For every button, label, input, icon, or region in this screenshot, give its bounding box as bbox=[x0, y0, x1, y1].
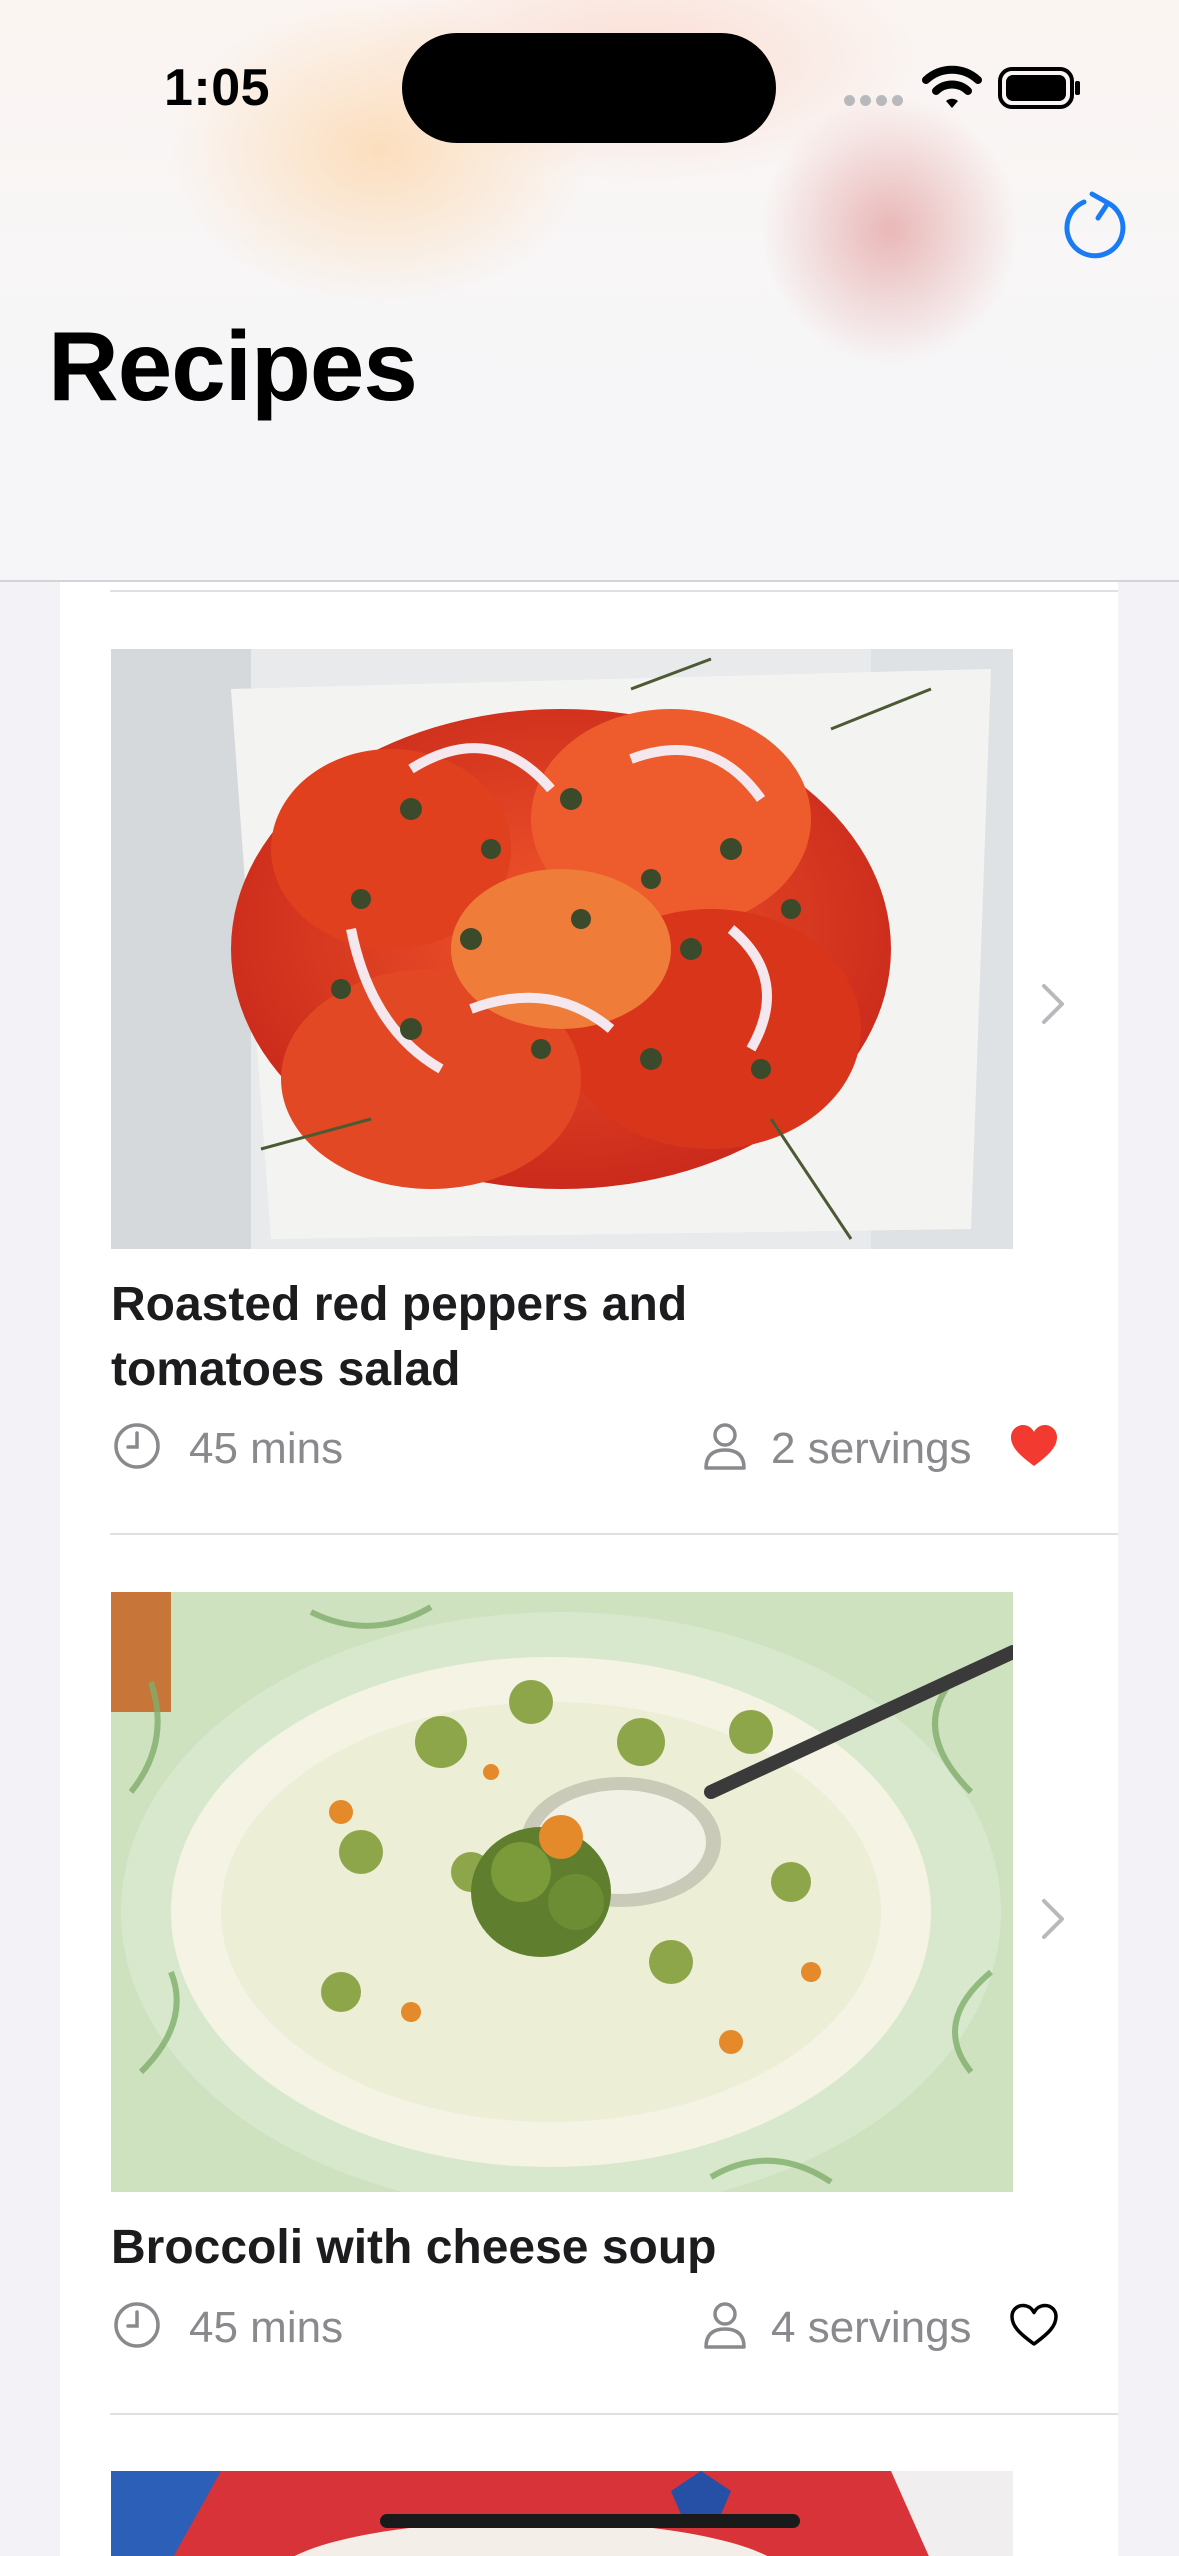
person-icon bbox=[704, 1423, 746, 1470]
chevron-right-icon bbox=[1042, 984, 1064, 1024]
favorite-heart-outline-icon[interactable] bbox=[1009, 2303, 1059, 2347]
recipe-list: Roasted red peppers and tomatoes salad 4… bbox=[60, 580, 1118, 2556]
recipe-row[interactable] bbox=[60, 2415, 1118, 2556]
wifi-icon bbox=[922, 65, 982, 108]
recipe-meta: 45 mins 2 servings bbox=[111, 1418, 1071, 1478]
recipe-photo-peppers bbox=[111, 649, 1013, 1249]
cellular-signal-icon bbox=[844, 95, 903, 106]
home-indicator bbox=[380, 2514, 800, 2528]
recipe-meta: 45 mins 4 servings bbox=[111, 2297, 1071, 2357]
clock-icon bbox=[114, 2302, 160, 2348]
recipe-row[interactable]: Broccoli with cheese soup 45 mins 4 serv… bbox=[60, 1535, 1118, 2415]
navigation-header: 1:05 Recipes bbox=[0, 0, 1179, 582]
recipe-time: 45 mins bbox=[189, 2303, 344, 2352]
page-title: Recipes bbox=[48, 311, 418, 421]
clock-icon bbox=[114, 1423, 160, 1469]
recipe-title: Roasted red peppers and tomatoes salad bbox=[111, 1278, 688, 1396]
status-time: 1:05 bbox=[164, 59, 271, 117]
refresh-button[interactable] bbox=[1058, 186, 1138, 266]
favorite-heart-icon[interactable] bbox=[1009, 1424, 1059, 1468]
recipe-time: 45 mins bbox=[189, 1424, 344, 1473]
recipe-servings: 2 servings bbox=[771, 1424, 972, 1473]
dynamic-island bbox=[402, 33, 776, 143]
recipe-title: Broccoli with cheese soup bbox=[111, 2221, 717, 2274]
person-icon bbox=[704, 2302, 746, 2349]
recipe-row[interactable]: Roasted red peppers and tomatoes salad 4… bbox=[60, 580, 1118, 1535]
recipe-photo-soup bbox=[111, 1592, 1013, 2192]
recipe-servings: 4 servings bbox=[771, 2303, 972, 2352]
chevron-right-icon bbox=[1042, 1899, 1064, 1939]
battery-icon bbox=[998, 67, 1080, 109]
